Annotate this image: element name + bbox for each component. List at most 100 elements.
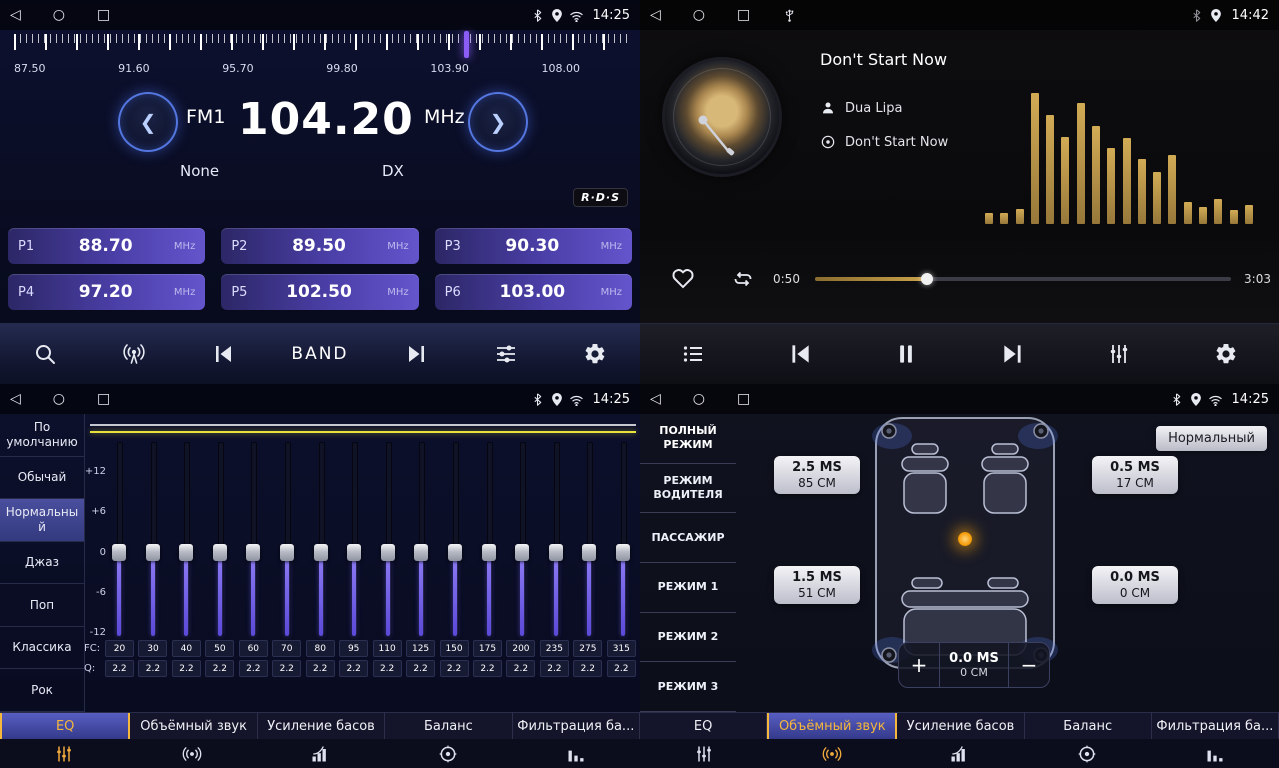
eq-band-slider[interactable] [179,442,193,636]
mode-passenger[interactable]: ПАССАЖИР [640,513,736,563]
mode-driver[interactable]: РЕЖИМ ВОДИТЕЛЯ [640,464,736,514]
slider-thumb[interactable] [179,544,193,561]
slider-thumb[interactable] [448,544,462,561]
listening-position-dot[interactable] [958,532,972,546]
slider-thumb[interactable] [314,544,328,561]
recents-icon[interactable]: □ [97,8,110,22]
back-icon[interactable]: ◁ [10,8,21,22]
slider-thumb[interactable] [246,544,260,561]
eq-band-slider[interactable] [146,442,160,636]
back-icon[interactable]: ◁ [650,392,661,406]
previous-track-button[interactable] [779,333,821,375]
tab-eq-icon-cell[interactable] [640,744,768,764]
preset-button-p4[interactable]: P497.20MHz [8,274,205,310]
tab-bass-boost[interactable]: Усиление басов [897,713,1024,739]
favorite-button[interactable] [670,266,696,296]
settings-button[interactable] [1205,333,1247,375]
mode-1[interactable]: РЕЖИМ 1 [640,563,736,613]
slider-thumb[interactable] [112,544,126,561]
tune-down-button[interactable]: ❮ [118,92,178,152]
pause-button[interactable] [885,333,927,375]
eq-preset-normal[interactable]: Нормальный [0,499,84,542]
tab-bass-icon-cell[interactable] [896,744,1024,764]
home-icon[interactable]: ○ [693,392,705,406]
eq-band-slider[interactable] [616,442,630,636]
preset-button-p1[interactable]: P188.70MHz [8,228,205,264]
eq-shortcut-button[interactable] [1098,333,1140,375]
eq-preset-rock[interactable]: Рок [0,669,84,712]
recents-icon[interactable]: □ [97,392,110,406]
slider-thumb[interactable] [549,544,563,561]
tab-balance-icon-cell[interactable] [384,744,512,764]
playlist-button[interactable] [672,333,714,375]
eq-band-slider[interactable] [448,442,462,636]
tab-filter[interactable]: Фильтрация ба... [513,713,640,739]
front-right-speaker-delay[interactable]: 0.5 MS 17 CM [1092,456,1178,494]
slider-thumb[interactable] [381,544,395,561]
frequency-scale[interactable] [14,34,630,58]
slider-thumb[interactable] [213,544,227,561]
tab-surround[interactable]: Объёмный звук [767,713,897,739]
preset-button-p5[interactable]: P5102.50MHz [221,274,418,310]
eq-band-slider[interactable] [414,442,428,636]
stations-button[interactable] [113,333,155,375]
tab-surround-icon-cell[interactable] [128,744,256,764]
tab-balance[interactable]: Баланс [1025,713,1152,739]
recents-icon[interactable]: □ [737,392,750,406]
eq-band-slider[interactable] [246,442,260,636]
next-track-button[interactable] [992,333,1034,375]
back-icon[interactable]: ◁ [10,392,21,406]
tune-up-button[interactable]: ❯ [468,92,528,152]
eq-band-slider[interactable] [112,442,126,636]
slider-thumb[interactable] [582,544,596,561]
recents-icon[interactable]: □ [737,8,750,22]
eq-preset-badge[interactable]: Нормальный [1156,426,1267,451]
slider-thumb[interactable] [414,544,428,561]
tab-filter-icon-cell[interactable] [1151,744,1279,764]
eq-band-slider[interactable] [515,442,529,636]
tab-surround[interactable]: Объёмный звук [130,713,257,739]
tab-bass-icon-cell[interactable] [256,744,384,764]
preset-button-p3[interactable]: P390.30MHz [435,228,632,264]
tab-surround-icon-cell[interactable] [768,744,896,764]
eq-band-slider[interactable] [213,442,227,636]
eq-preset-jazz[interactable]: Джаз [0,542,84,585]
eq-band-slider[interactable] [482,442,496,636]
tab-eq-icon-cell[interactable] [0,744,128,764]
progress-bar[interactable] [815,277,1231,281]
scan-button[interactable] [24,333,66,375]
slider-thumb[interactable] [515,544,529,561]
progress-thumb[interactable] [921,273,933,285]
eq-band-slider[interactable] [582,442,596,636]
home-icon[interactable]: ○ [693,8,705,22]
back-icon[interactable]: ◁ [650,8,661,22]
rear-right-speaker-delay[interactable]: 0.0 MS 0 CM [1092,566,1178,604]
home-icon[interactable]: ○ [53,8,65,22]
tab-eq[interactable]: EQ [640,713,767,739]
mode-3[interactable]: РЕЖИМ 3 [640,662,736,712]
tab-filter-icon-cell[interactable] [512,744,640,764]
front-left-speaker-delay[interactable]: 2.5 MS 85 CM [774,456,860,494]
slider-thumb[interactable] [280,544,294,561]
preset-button-p6[interactable]: P6103.00MHz [435,274,632,310]
slider-thumb[interactable] [347,544,361,561]
seek-back-button[interactable] [202,333,244,375]
eq-band-slider[interactable] [314,442,328,636]
audio-settings-button[interactable] [485,333,527,375]
tab-bass-boost[interactable]: Усиление басов [258,713,385,739]
preset-button-p2[interactable]: P289.50MHz [221,228,418,264]
tab-balance-icon-cell[interactable] [1023,744,1151,764]
repeat-button[interactable] [730,267,756,295]
eq-preset-default[interactable]: По умолчанию [0,414,84,457]
slider-thumb[interactable] [146,544,160,561]
delay-decrease-button[interactable]: − [1009,643,1049,687]
tab-filter[interactable]: Фильтрация ба... [1152,713,1279,739]
eq-band-slider[interactable] [280,442,294,636]
rear-left-speaker-delay[interactable]: 1.5 MS 51 CM [774,566,860,604]
tab-eq[interactable]: EQ [0,713,130,739]
settings-button[interactable] [574,333,616,375]
seek-forward-button[interactable] [396,333,438,375]
delay-increase-button[interactable]: + [899,643,939,687]
eq-band-slider[interactable] [347,442,361,636]
home-icon[interactable]: ○ [53,392,65,406]
